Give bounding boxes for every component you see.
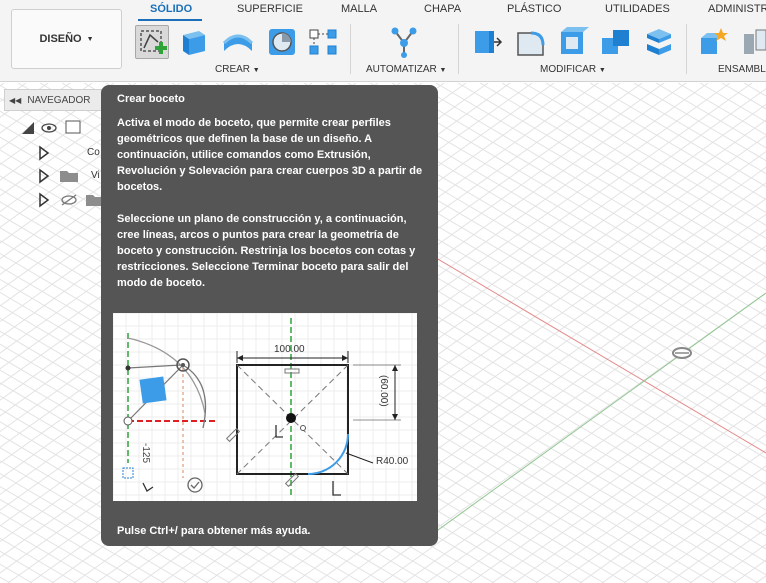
create-sketch-tooltip: Crear boceto Activa el modo de boceto, q… (101, 85, 438, 546)
browser-panel-header[interactable]: ◀◀ NAVEGADOR (4, 89, 102, 111)
browser-item-hidden[interactable] (0, 191, 102, 209)
split-body-button[interactable] (642, 25, 676, 59)
tab-utilidades[interactable]: UTILIDADES (605, 3, 670, 15)
group-divider (350, 24, 351, 74)
active-tab-indicator (138, 19, 202, 21)
pattern-button[interactable] (306, 25, 340, 59)
pattern-icon (309, 29, 337, 55)
tooltip-instructions: Seleccione un plano de construcción y, a… (117, 213, 416, 289)
hole-icon (269, 29, 295, 55)
folder-icon (60, 171, 78, 182)
root-row-icons (22, 120, 81, 134)
group-divider (458, 24, 459, 74)
browser-item-settings[interactable]: Co (0, 144, 102, 162)
ribbon-toolbar: DISEÑO ▼ SÓLIDO SUPERFICIE MALLA CHAPA P… (0, 0, 766, 82)
tooltip-title: Crear boceto (117, 93, 185, 105)
press-pull-button[interactable] (470, 25, 504, 59)
chevron-down-icon: ▼ (252, 67, 260, 74)
folder-icon (86, 195, 102, 206)
create-sketch-button[interactable] (135, 25, 169, 59)
fillet-button[interactable] (513, 25, 547, 59)
hole-button[interactable] (265, 25, 299, 59)
combine-icon (602, 30, 629, 54)
group-divider (686, 24, 687, 74)
workspace-label: DISEÑO (39, 33, 82, 45)
joint-icon (744, 29, 766, 54)
chevron-down-icon: ▼ (439, 67, 447, 74)
new-component-icon (701, 28, 728, 54)
revolve-icon (222, 34, 254, 51)
tab-plastico[interactable]: PLÁSTICO (507, 3, 561, 15)
chevron-down-icon: ▼ (598, 67, 606, 74)
ensamblar-label: ENSAMBL (718, 64, 766, 75)
tooltip-description: Activa el modo de boceto, que permite cr… (117, 117, 423, 193)
workspace-switcher-button[interactable]: DISEÑO ▼ (11, 9, 122, 69)
combine-button[interactable] (599, 25, 633, 59)
expand-triangle-icon (39, 168, 50, 184)
crear-menu[interactable]: CREAR ▼ (215, 64, 260, 75)
sketch-example-illustration: -125 100.00 (60.00) R40.00 (112, 312, 417, 501)
views-row-icons (39, 168, 78, 184)
new-component-button[interactable] (697, 25, 731, 59)
create-sketch-icon (140, 30, 167, 54)
expanded-triangle-icon (22, 122, 34, 134)
extrude-button[interactable] (177, 25, 211, 59)
chevron-down-icon: ▼ (86, 35, 94, 43)
browser-root-row[interactable] (0, 118, 102, 136)
browser-item-views[interactable]: Vi (0, 167, 102, 185)
press-pull-icon (475, 31, 503, 53)
dim-left-label: -125 (140, 443, 151, 463)
dim-radius-label: R40.00 (376, 456, 409, 467)
automate-button[interactable] (387, 25, 421, 59)
fillet-icon (517, 31, 545, 56)
tooltip-help-hint: Pulse Ctrl+/ para obtener más ayuda. (117, 525, 311, 537)
crear-label: CREAR (215, 64, 251, 75)
shell-icon (561, 27, 589, 54)
split-body-icon (647, 29, 671, 55)
shell-button[interactable] (556, 25, 590, 59)
revolve-button[interactable] (221, 25, 255, 59)
automatizar-menu[interactable]: AUTOMATIZAR ▼ (366, 64, 446, 75)
modificar-label: MODIFICAR (540, 64, 597, 75)
expand-triangle-icon (39, 145, 50, 161)
browser-title: NAVEGADOR (27, 94, 91, 106)
modificar-menu[interactable]: MODIFICAR ▼ (540, 64, 606, 75)
document-icon (65, 120, 81, 134)
automate-icon (391, 27, 417, 58)
browser-item-label: Co (87, 147, 100, 158)
joint-button[interactable] (740, 25, 766, 59)
extrude-box-icon (183, 31, 205, 55)
tab-administrar[interactable]: ADMINISTRAR (708, 3, 766, 15)
browser-item-label: Vi (91, 170, 100, 181)
tab-chapa[interactable]: CHAPA (424, 3, 461, 15)
tab-superficie[interactable]: SUPERFICIE (237, 3, 303, 15)
dim-height-label: (60.00) (378, 375, 389, 407)
tooltip-illustration: -125 100.00 (60.00) R40.00 (112, 312, 417, 501)
tab-solido[interactable]: SÓLIDO (150, 3, 192, 15)
expand-triangle-icon (39, 192, 50, 208)
dim-width-label: 100.00 (274, 344, 305, 355)
collapse-panel-icon[interactable]: ◀◀ (9, 96, 21, 105)
tab-malla[interactable]: MALLA (341, 3, 377, 15)
settings-row-icons (39, 145, 72, 161)
hidden-row-icons (39, 192, 102, 208)
automatizar-label: AUTOMATIZAR (366, 64, 437, 75)
